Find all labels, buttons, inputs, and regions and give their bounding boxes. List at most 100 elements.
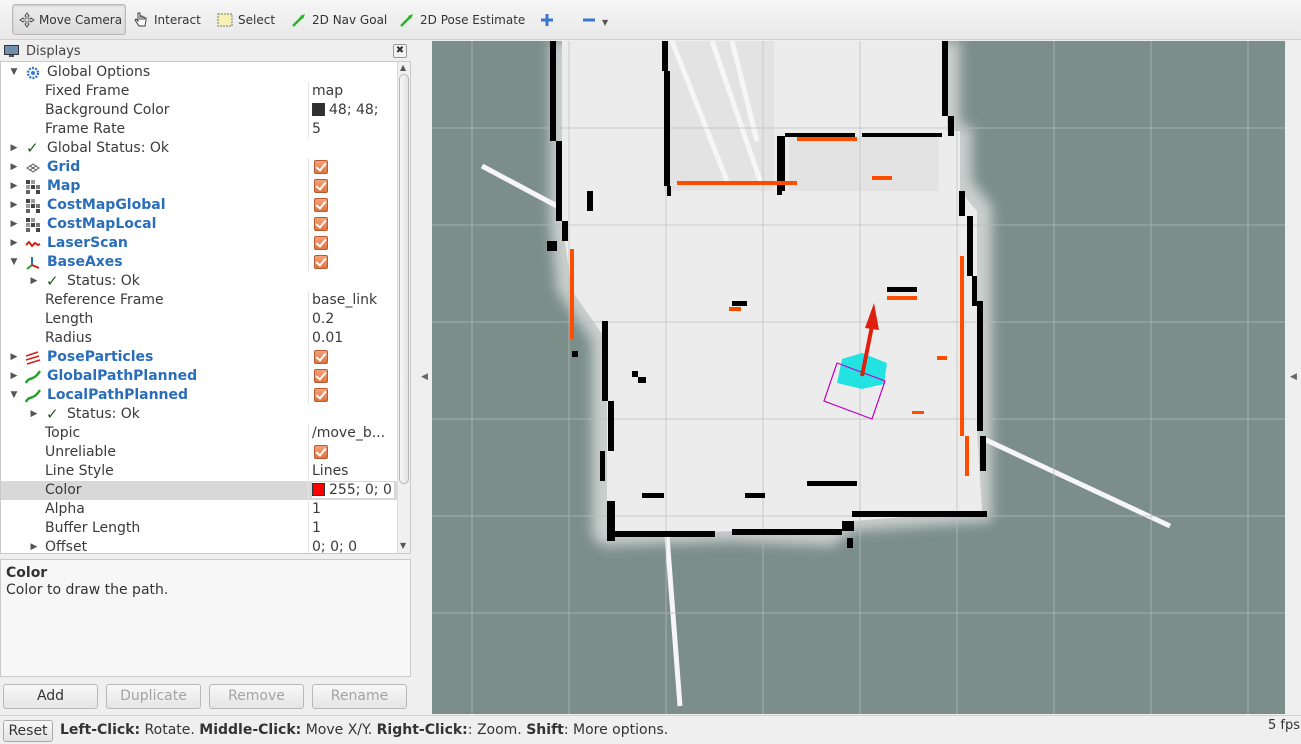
- collapse-left-icon[interactable]: ◀: [421, 372, 428, 382]
- enabled-checkbox[interactable]: [314, 217, 328, 231]
- tree-row-line-style[interactable]: Line Style Lines: [1, 462, 397, 481]
- add-tool-button[interactable]: [532, 4, 566, 35]
- tree-row-alpha[interactable]: Alpha 1: [1, 500, 397, 519]
- property-value[interactable]: base_link: [312, 292, 394, 308]
- property-value[interactable]: 1: [312, 501, 394, 517]
- tree-row-buffer-length[interactable]: Buffer Length 1: [1, 519, 397, 538]
- tree-row-offset[interactable]: ▶ Offset 0; 0; 0: [1, 538, 397, 553]
- property-value[interactable]: 0.2: [312, 311, 394, 327]
- tree-row-frame-rate[interactable]: Frame Rate 5: [1, 120, 397, 139]
- tree-label: Map: [47, 178, 81, 194]
- collapse-arrow-icon[interactable]: ▶: [9, 370, 19, 382]
- tree-row-local-path[interactable]: ▼ LocalPathPlanned: [1, 386, 397, 405]
- pose-estimate-tool[interactable]: 2D Pose Estimate: [392, 4, 531, 35]
- move-camera-tool[interactable]: Move Camera: [12, 4, 126, 35]
- tree-row-costmap-local[interactable]: ▶ CostMapLocal: [1, 215, 397, 234]
- property-value[interactable]: 0; 0; 0: [312, 539, 394, 553]
- collapse-arrow-icon[interactable]: ▶: [9, 218, 19, 230]
- tree-row-fixed-frame[interactable]: Fixed Frame map: [1, 82, 397, 101]
- tree-row-baseaxes-status[interactable]: ▶ ✓ Status: Ok: [1, 272, 397, 291]
- property-value[interactable]: 5: [312, 121, 394, 137]
- property-label: Background Color: [45, 102, 170, 118]
- property-value[interactable]: map: [312, 83, 394, 99]
- collapse-arrow-icon[interactable]: ▶: [9, 161, 19, 173]
- collapse-arrow-icon[interactable]: ▶: [9, 351, 19, 363]
- expand-arrow-icon[interactable]: ▼: [9, 389, 19, 401]
- add-button[interactable]: Add: [3, 684, 98, 709]
- tree-row-costmap-global[interactable]: ▶ CostMapGlobal: [1, 196, 397, 215]
- reset-button[interactable]: Reset: [3, 720, 53, 742]
- property-value[interactable]: /move_b...: [312, 425, 394, 441]
- green-arrow-icon: [398, 11, 416, 29]
- panel-splitter[interactable]: ◀: [412, 41, 431, 714]
- tree-row-global-status[interactable]: ▶ ✓ Global Status: Ok: [1, 139, 397, 158]
- tree-row-local-path-status[interactable]: ▶ ✓ Status: Ok: [1, 405, 397, 424]
- interact-label: Interact: [154, 12, 201, 27]
- select-tool[interactable]: Select: [210, 4, 281, 35]
- property-label: Fixed Frame: [45, 83, 130, 99]
- collapse-right-icon[interactable]: ◀: [1290, 372, 1297, 382]
- property-value[interactable]: 0.01: [312, 330, 394, 346]
- right-panel-splitter[interactable]: ◀: [1286, 41, 1301, 714]
- tree-row-global-options[interactable]: ▼ Global Options: [1, 63, 397, 82]
- enabled-checkbox[interactable]: [314, 179, 328, 193]
- tree-label: GlobalPathPlanned: [47, 368, 198, 384]
- enabled-checkbox[interactable]: [314, 160, 328, 174]
- path-icon: [25, 369, 41, 384]
- displays-title: Displays: [26, 43, 81, 59]
- color-swatch: [312, 483, 325, 496]
- collapse-arrow-icon[interactable]: ▶: [29, 275, 39, 287]
- property-value[interactable]: 48; 48;: [312, 102, 394, 118]
- collapse-arrow-icon[interactable]: ▶: [29, 541, 39, 553]
- scroll-up-icon[interactable]: ▲: [400, 63, 406, 72]
- remove-tool-button[interactable]: ▼: [574, 4, 614, 35]
- enabled-checkbox[interactable]: [314, 198, 328, 212]
- chevron-down-icon: ▼: [602, 18, 609, 27]
- property-value[interactable]: 1: [312, 520, 394, 536]
- collapse-arrow-icon[interactable]: ▶: [9, 237, 19, 249]
- enabled-checkbox[interactable]: [314, 255, 328, 269]
- tree-row-radius[interactable]: Radius 0.01: [1, 329, 397, 348]
- collapse-arrow-icon[interactable]: ▶: [9, 180, 19, 192]
- checkmark-icon: ✓: [26, 139, 39, 157]
- tree-row-pose-particles[interactable]: ▶ PoseParticles: [1, 348, 397, 367]
- collapse-arrow-icon[interactable]: ▶: [9, 142, 19, 154]
- property-value[interactable]: 255; 0; 0: [312, 482, 394, 498]
- rename-button[interactable]: Rename: [312, 684, 407, 709]
- tree-row-global-path[interactable]: ▶ GlobalPathPlanned: [1, 367, 397, 386]
- tree-row-reference-frame[interactable]: Reference Frame base_link: [1, 291, 397, 310]
- tree-row-baseaxes[interactable]: ▼ BaseAxes: [1, 253, 397, 272]
- tree-label: PoseParticles: [47, 349, 154, 365]
- collapse-arrow-icon[interactable]: ▶: [29, 408, 39, 420]
- duplicate-button[interactable]: Duplicate: [106, 684, 201, 709]
- enabled-checkbox[interactable]: [314, 350, 328, 364]
- tree-row-laserscan[interactable]: ▶ LaserScan: [1, 234, 397, 253]
- enabled-checkbox[interactable]: [314, 388, 328, 402]
- tree-row-topic[interactable]: Topic /move_b...: [1, 424, 397, 443]
- enabled-checkbox[interactable]: [314, 369, 328, 383]
- description-text: Color to draw the path.: [6, 582, 169, 598]
- tree-scrollbar[interactable]: ▲ ▼: [397, 62, 410, 553]
- tree-row-background-color[interactable]: Background Color 48; 48;: [1, 101, 397, 120]
- render-viewport[interactable]: [432, 41, 1285, 714]
- tree-row-length[interactable]: Length 0.2: [1, 310, 397, 329]
- tree-row-map[interactable]: ▶ Map: [1, 177, 397, 196]
- tree-row-grid[interactable]: ▶ Grid: [1, 158, 397, 177]
- scroll-down-icon[interactable]: ▼: [400, 541, 406, 550]
- close-icon[interactable]: ✖: [393, 44, 407, 58]
- unreliable-checkbox[interactable]: [314, 445, 328, 459]
- tree-row-color[interactable]: Color 255; 0; 0: [1, 481, 397, 500]
- scroll-thumb[interactable]: [399, 74, 409, 484]
- property-label: Line Style: [45, 463, 114, 479]
- collapse-arrow-icon[interactable]: ▶: [9, 199, 19, 211]
- property-value[interactable]: Lines: [312, 463, 394, 479]
- expand-arrow-icon[interactable]: ▼: [9, 256, 19, 268]
- tree-label: Global Options: [47, 64, 151, 80]
- remove-button[interactable]: Remove: [209, 684, 304, 709]
- interact-tool[interactable]: Interact: [126, 4, 207, 35]
- enabled-checkbox[interactable]: [314, 236, 328, 250]
- mouse-hint: Left-Click: Rotate. Middle-Click: Move X…: [60, 722, 669, 738]
- nav-goal-tool[interactable]: 2D Nav Goal: [284, 4, 393, 35]
- expand-arrow-icon[interactable]: ▼: [9, 66, 19, 78]
- tree-row-unreliable[interactable]: Unreliable: [1, 443, 397, 462]
